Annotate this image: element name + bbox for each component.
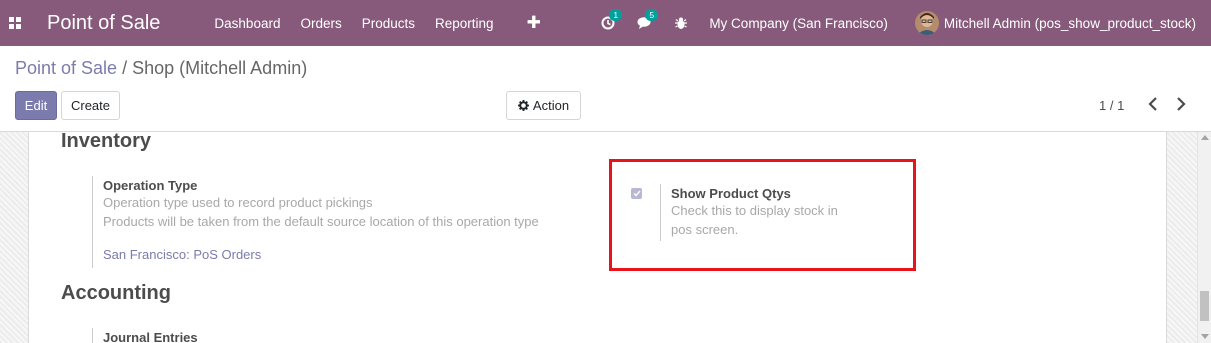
top-navbar: Point of Sale Dashboard Orders Products … [0,0,1211,46]
operation-type-help-2: Products will be taken from the default … [103,214,539,229]
scroll-thumb[interactable] [1200,291,1209,321]
systray: 1 5 My Company (San Francisco) Mitchell … [601,0,1211,46]
gear-icon [517,100,529,111]
action-button[interactable]: Action [506,91,581,120]
inventory-title: Inventory [61,132,152,152]
breadcrumb-current: Shop (Mitchell Admin) [132,58,308,78]
create-button[interactable]: Create [61,91,120,120]
activity-icon[interactable]: 1 [601,9,623,30]
form-sheet: Inventory Operation Type Operation type … [28,132,1167,343]
action-label: Action [532,98,570,113]
company-switcher[interactable]: My Company (San Francisco) [709,16,888,31]
menu-dashboard[interactable]: Dashboard [214,16,280,31]
user-menu[interactable]: Mitchell Admin (pos_show_product_stock) [944,16,1196,31]
pager-previous-icon[interactable] [1146,96,1160,112]
breadcrumb-separator: / [122,58,128,78]
operation-type-help-1: Operation type used to record product pi… [103,195,373,210]
breadcrumb: Point of Sale / Shop (Mitchell Admin) [15,58,307,79]
pager-value[interactable]: 1 / 1 [1099,98,1124,113]
control-panel: Point of Sale / Shop (Mitchell Admin) Ed… [0,46,1211,132]
accounting-title: Accounting [61,282,171,304]
highlight-box [609,159,916,271]
operation-type-value[interactable]: San Francisco: PoS Orders [103,247,539,262]
left-gutter [0,132,28,343]
menu-products[interactable]: Products [362,16,415,31]
apps-menu-icon[interactable] [0,0,30,46]
bug-icon[interactable] [675,17,688,30]
breadcrumb-parent[interactable]: Point of Sale [15,58,117,78]
scroll-up-icon[interactable] [1201,135,1209,140]
right-gutter [1167,132,1197,343]
scroll-down-icon[interactable] [1201,334,1209,339]
form-content: Inventory Operation Type Operation type … [0,132,1211,343]
activity-count-badge: 1 [609,9,623,21]
journal-entries-label: Journal Entries [103,330,198,343]
operation-type-label: Operation Type [103,178,198,193]
journal-entries-setting: Journal Entries [92,328,198,343]
menu-reporting[interactable]: Reporting [435,16,494,31]
app-title[interactable]: Point of Sale [47,12,160,35]
messages-count-badge: 5 [645,9,659,21]
edit-button[interactable]: Edit [15,91,57,120]
vertical-scrollbar[interactable] [1197,132,1211,343]
pager-next-icon[interactable] [1174,96,1188,112]
menu-orders[interactable]: Orders [300,16,341,31]
user-avatar[interactable] [914,11,939,35]
operation-type-setting: Operation Type Operation type used to re… [92,176,539,268]
plus-icon[interactable]: ✚ [527,13,541,33]
messages-icon[interactable]: 5 [637,9,659,30]
